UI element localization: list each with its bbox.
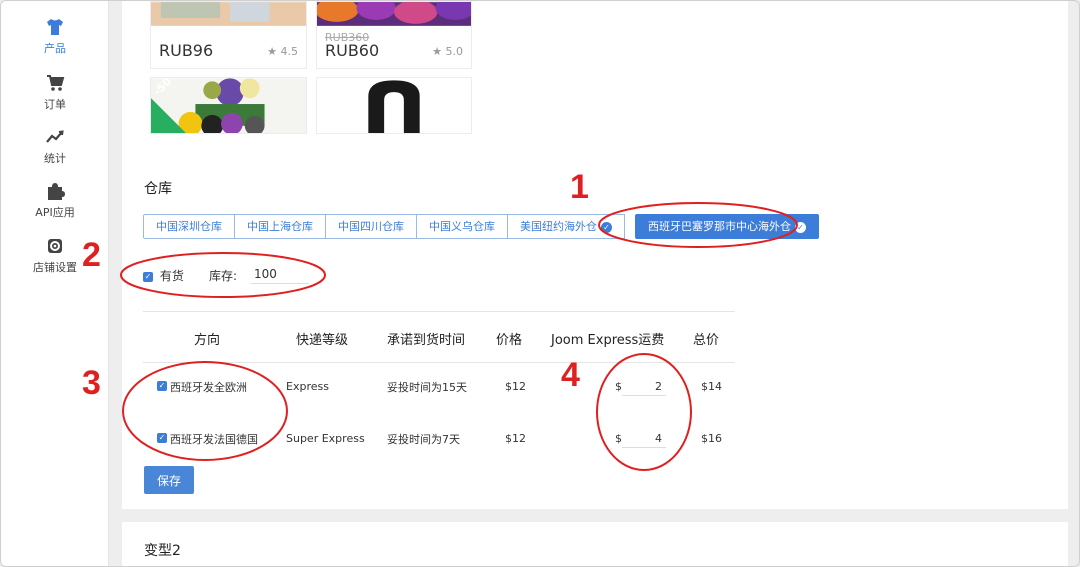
annotation-number: 1 [570,168,589,206]
annotation-circle [598,202,798,248]
annotation-circle [596,353,692,471]
annotation-circle [122,361,288,461]
annotation-number: 2 [82,236,101,274]
app-window: 产品 订单 统计 API应用 店铺设置 RUB96 ★ 4.5 RUB360 R… [0,0,1080,567]
annotation-circle [120,252,326,298]
annotation-number: 4 [561,356,580,394]
annotation-number: 3 [82,364,101,402]
annotation-overlay [120,202,798,471]
